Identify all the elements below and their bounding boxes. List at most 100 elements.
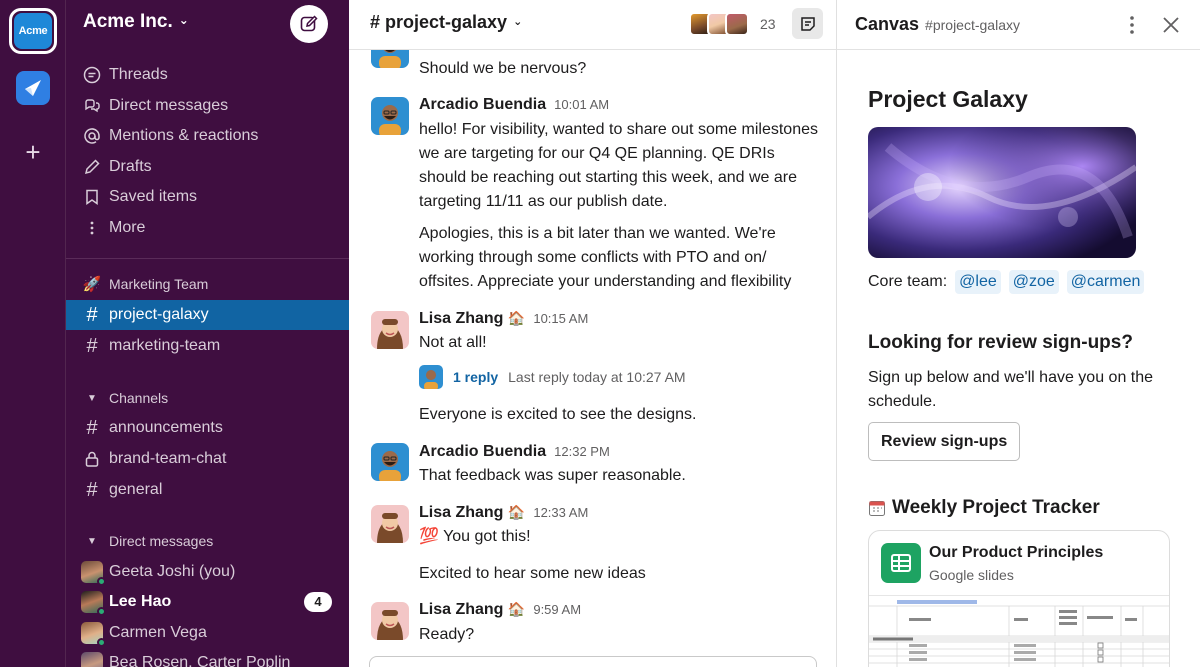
workspace-second-button[interactable] xyxy=(16,71,50,105)
add-workspace-button[interactable]: + xyxy=(19,138,47,166)
compose-button[interactable] xyxy=(290,5,328,43)
sidebar-item-label: project-galaxy xyxy=(109,306,209,323)
sidebar-item-project-galaxy[interactable]: # project-galaxy xyxy=(66,300,349,330)
presence-dot xyxy=(97,638,106,647)
more-options-button[interactable] xyxy=(1121,13,1143,37)
sidebar-dm-lee-hao[interactable]: Lee Hao 4 xyxy=(66,587,349,617)
message-composer[interactable] xyxy=(369,656,817,667)
tracker-heading: Weekly Project Tracker xyxy=(868,497,1100,519)
message-timestamp[interactable]: 10:01 AM xyxy=(554,97,609,112)
reply-count-link[interactable]: 1 reply xyxy=(453,369,498,385)
person-avatar-icon xyxy=(371,505,409,543)
thread-replies[interactable]: 1 reply Last reply today at 10:27 AM xyxy=(419,364,686,390)
workspace-acme-button[interactable]: Acme xyxy=(9,8,57,54)
avatar-lisa[interactable] xyxy=(371,311,409,349)
section-marketing-team[interactable]: 🚀 Marketing Team xyxy=(66,272,349,296)
section-label: Direct messages xyxy=(109,533,214,549)
sidebar-item-saved-items[interactable]: Saved items xyxy=(66,182,349,212)
workspace-name[interactable]: Acme Inc. ⌄ xyxy=(83,11,189,33)
message-author[interactable]: Arcadio Buendia 12:32 PM xyxy=(419,443,610,461)
canvas-title-label: Canvas xyxy=(855,14,920,34)
message-text: Excited to hear some new ideas xyxy=(419,565,646,582)
spreadsheet-thumbnail-icon xyxy=(869,596,1169,667)
sidebar-item-marketing-team[interactable]: # marketing-team xyxy=(66,331,349,361)
close-button[interactable] xyxy=(1159,13,1183,37)
message-author[interactable]: Lisa Zhang 🏠 12:33 AM xyxy=(419,504,588,522)
mention-carmen[interactable]: @carmen xyxy=(1066,270,1145,294)
sidebar-item-label: Mentions & reactions xyxy=(109,127,259,144)
calendar-icon xyxy=(869,501,885,516)
spreadsheet-preview xyxy=(869,595,1169,667)
sidebar-item-label: Lee Hao xyxy=(109,593,172,610)
dm-avatar-wrap xyxy=(79,591,106,616)
mention-zoe[interactable]: @zoe xyxy=(1008,270,1059,294)
chevron-down-icon: ⌄ xyxy=(513,16,523,28)
sidebar-item-general[interactable]: # general xyxy=(66,475,349,505)
rocket-icon: 🚀 xyxy=(82,276,102,293)
sidebar-dm-carmen-vega[interactable]: Carmen Vega xyxy=(66,618,349,648)
hash-icon: # xyxy=(86,334,98,357)
hash-icon: # xyxy=(86,416,98,439)
sidebar-item-drafts[interactable]: Drafts xyxy=(66,152,349,182)
canvas-channel-label[interactable]: #project-galaxy xyxy=(925,17,1020,33)
section-channels[interactable]: ▼ Channels xyxy=(66,386,349,410)
avatar-lisa[interactable] xyxy=(371,505,409,543)
nebula-image-icon xyxy=(868,127,1136,258)
message-text: Not at all! xyxy=(419,334,487,351)
core-team-label: Core team: xyxy=(868,273,948,290)
last-reply-meta: Last reply today at 10:27 AM xyxy=(508,369,686,385)
hash-icon: # xyxy=(86,478,98,501)
avatar xyxy=(419,365,443,389)
canvas-toggle-button[interactable] xyxy=(792,8,823,39)
member-count[interactable]: 23 xyxy=(760,16,776,32)
unread-badge: 4 xyxy=(304,592,332,612)
person-avatar-icon xyxy=(371,97,409,135)
channel-title[interactable]: # project-galaxy ⌄ xyxy=(370,12,522,33)
review-signups-button[interactable]: Review sign-ups xyxy=(868,422,1021,461)
sidebar-item-label: Geeta Joshi (you) xyxy=(109,563,236,580)
review-heading: Looking for review sign-ups? xyxy=(868,332,1133,353)
house-emoji-icon: 🏠 xyxy=(507,601,526,617)
sidebar-item-more[interactable]: More xyxy=(66,213,349,243)
sidebar-item-label: More xyxy=(109,219,146,236)
sidebar-item-announcements[interactable]: # announcements xyxy=(66,413,349,443)
mention-lee[interactable]: @lee xyxy=(955,270,1001,294)
message-text: Ready? xyxy=(419,626,475,643)
sidebar-dm-bea-carter[interactable]: Bea Rosen, Carter Poplin xyxy=(66,648,349,667)
avatar-arcadio[interactable] xyxy=(371,443,409,481)
section-direct-messages[interactable]: ▼ Direct messages xyxy=(66,529,349,553)
compose-icon xyxy=(300,15,318,32)
workspace-rail: Acme + xyxy=(0,0,66,667)
galaxy-image[interactable] xyxy=(868,127,1136,258)
presence-dot xyxy=(97,607,106,616)
message-author[interactable]: Lisa Zhang 🏠 10:15 AM xyxy=(419,310,588,328)
sidebar-dm-geeta-joshi[interactable]: Geeta Joshi (you) xyxy=(66,557,349,587)
canvas-icon xyxy=(800,16,815,31)
workspace-header[interactable]: Acme Inc. ⌄ xyxy=(66,0,349,50)
sidebar-item-mentions[interactable]: Mentions & reactions xyxy=(66,121,349,151)
presence-dot xyxy=(97,577,106,586)
sidebar-item-threads[interactable]: Threads xyxy=(66,60,349,90)
sidebar-item-label: Direct messages xyxy=(109,97,229,114)
message-timestamp[interactable]: 10:15 AM xyxy=(533,311,588,326)
message-author[interactable]: Lisa Zhang 🏠 9:59 AM xyxy=(419,601,581,619)
person-avatar-icon xyxy=(371,443,409,481)
person-avatar-icon xyxy=(371,602,409,640)
sidebar-item-brand-team-chat[interactable]: brand-team-chat xyxy=(66,444,349,474)
file-card[interactable]: Our Product Principles Google slides xyxy=(868,530,1170,667)
avatar-lisa[interactable] xyxy=(371,602,409,640)
message-text: That feedback was super reasonable. xyxy=(419,467,686,484)
message-timestamp[interactable]: 9:59 AM xyxy=(533,602,581,617)
message-timestamp[interactable]: 12:33 AM xyxy=(533,505,588,520)
sidebar-item-label: brand-team-chat xyxy=(109,450,227,467)
member-avatars[interactable] xyxy=(689,12,749,36)
lock-icon xyxy=(79,450,105,468)
avatar-arcadio[interactable] xyxy=(371,97,409,135)
sidebar-item-label: Bea Rosen, Carter Poplin xyxy=(109,654,291,667)
workspace-logo-icon xyxy=(25,80,41,96)
message-timestamp[interactable]: 12:32 PM xyxy=(554,444,610,459)
message-author[interactable]: Arcadio Buendia 10:01 AM xyxy=(419,96,609,114)
message-text: 💯 You got this! xyxy=(419,528,531,545)
file-title[interactable]: Our Product Principles xyxy=(929,544,1103,562)
sidebar-item-direct-messages[interactable]: Direct messages xyxy=(66,91,349,121)
